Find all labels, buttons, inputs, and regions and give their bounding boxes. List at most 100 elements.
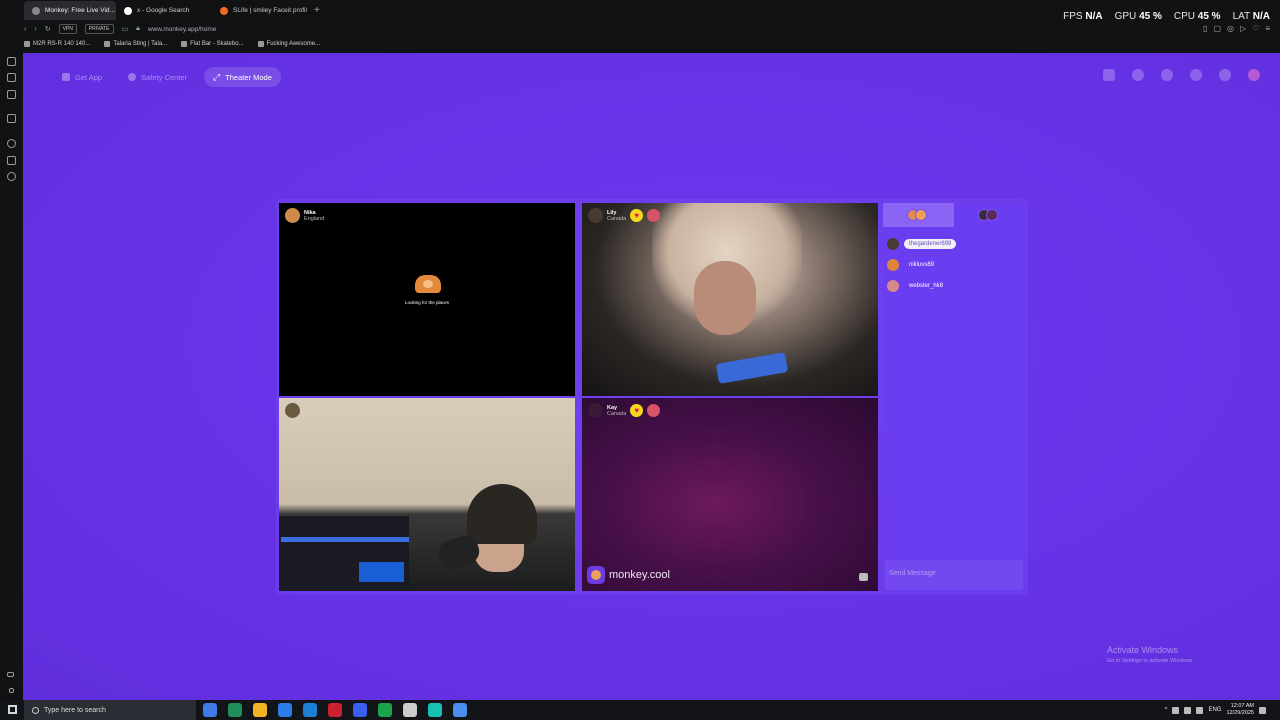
list-item[interactable]: nikluvs69	[887, 254, 1021, 275]
safety-center-label: Safety Center	[141, 72, 187, 82]
private-badge: PRIVATE	[84, 24, 114, 34]
video-tile-kay[interactable]: Kay Canada ♥ monkey.cool	[582, 398, 878, 591]
taskbar-apps	[203, 703, 467, 717]
list-item[interactable]: webster_hk8	[887, 275, 1021, 296]
volume-icon[interactable]	[1184, 706, 1192, 714]
heart-icon[interactable]: ♥	[630, 209, 644, 222]
avatar	[588, 403, 603, 418]
tab-group-chat[interactable]	[883, 203, 954, 227]
theater-mode-button[interactable]: ⤢ Theater Mode	[203, 67, 281, 87]
taskbar-app-icon[interactable]	[353, 703, 367, 717]
avatar	[285, 403, 300, 418]
bookmark-item[interactable]: Fucking Awesome...	[257, 41, 320, 47]
sidebar-more-icon[interactable]	[7, 672, 14, 677]
avatar	[285, 208, 300, 223]
user-label: Kay Canada ♥	[588, 403, 661, 418]
taskbar-app-icon[interactable]	[228, 703, 242, 717]
network-icon[interactable]	[1172, 706, 1180, 714]
heart-icon[interactable]: ♥	[630, 404, 644, 417]
sidebar-mail-icon[interactable]	[7, 90, 16, 99]
lock-icon[interactable]: 🔒︎	[136, 25, 140, 33]
play-icon[interactable]: ▷	[1240, 24, 1246, 33]
sidebar-messenger-icon[interactable]	[7, 73, 16, 82]
participant-name: webster_hk8	[909, 282, 944, 289]
sidebar-settings-icon[interactable]	[7, 172, 16, 181]
snapshot-icon[interactable]: ▢	[1213, 24, 1221, 33]
forward-icon[interactable]: ›	[34, 26, 36, 33]
sidebar-dots-icon[interactable]	[9, 688, 14, 693]
video-subject	[467, 484, 537, 544]
battery-icon[interactable]	[1196, 706, 1204, 714]
new-tab-button[interactable]: +	[308, 5, 326, 16]
chevron-up-icon[interactable]: ^	[1165, 707, 1168, 713]
avatar	[588, 208, 603, 223]
taskbar-app-icon[interactable]	[278, 703, 292, 717]
video-tile-nika[interactable]: Nika England Looking for the places	[279, 203, 575, 396]
safety-center-button[interactable]: Safety Center	[119, 67, 196, 87]
video-call-panel: Nika England Looking for the places Lily…	[276, 199, 1028, 595]
shop-icon[interactable]	[1103, 69, 1115, 81]
friends-icon[interactable]	[1161, 69, 1173, 81]
browser-sidebar	[0, 0, 23, 700]
sidebar-history-icon[interactable]	[7, 156, 16, 165]
notification-icon[interactable]	[1259, 706, 1266, 714]
tab-google[interactable]: x - Google Search	[116, 1, 212, 20]
sidebar-shopping-icon[interactable]	[7, 57, 16, 66]
user-country: Canada	[607, 215, 627, 222]
extensions-icon[interactable]: ◎	[1227, 24, 1234, 33]
address-bar: ‹ › ↻ VPN PRIVATE ▭ 🔒︎ www.monkey.app/ho…	[0, 21, 1280, 37]
status-text: Looking for the places	[404, 300, 450, 305]
bookmark-item[interactable]: Talaria Sting | Tala...	[104, 41, 167, 47]
vpn-badge[interactable]: VPN	[58, 24, 77, 34]
top-nav: Get App Safety Center ⤢ Theater Mode	[53, 67, 281, 87]
message-input[interactable]: Send Message	[885, 560, 1023, 590]
reload-icon[interactable]: ↻	[45, 25, 51, 33]
profile-avatar[interactable]	[1248, 69, 1260, 81]
participant-list: thegardener698 nikluvs69 webster_hk8	[883, 227, 1025, 302]
tab-faceit[interactable]: SLife | smiley Faceit profil	[212, 1, 308, 20]
taskbar-app-icon[interactable]	[328, 703, 342, 717]
windows-start-icon[interactable]	[8, 705, 17, 714]
camera-icon[interactable]: ▭	[122, 25, 129, 33]
bookmark-icon[interactable]: ▯	[1203, 24, 1207, 33]
gift-icon[interactable]	[647, 209, 661, 222]
bookmarks-bar: M2R RS-R 140 140... Talaria Sting | Tala…	[24, 38, 320, 50]
heart-icon[interactable]: ♡	[1252, 24, 1259, 33]
watermark-text: monkey.cool	[609, 569, 670, 581]
monkey-loading-icon	[415, 275, 441, 293]
menu-icon[interactable]: ≡	[1265, 24, 1270, 33]
tab-label: SLife | smiley Faceit profil	[233, 7, 307, 14]
activate-title: Activate Windows	[1107, 645, 1179, 655]
chat-icon[interactable]	[1219, 69, 1231, 81]
bookmark-item[interactable]: Flat Bar - Skatebo...	[181, 41, 244, 47]
history-icon[interactable]	[1190, 69, 1202, 81]
tab-direct-chat[interactable]	[954, 203, 1025, 227]
get-app-button[interactable]: Get App	[53, 67, 111, 87]
taskbar-app-icon[interactable]	[303, 703, 317, 717]
clock[interactable]: 12:07 AM 12/29/2025	[1226, 703, 1254, 717]
sidebar-twitch-icon[interactable]	[7, 114, 16, 123]
gift-icon[interactable]	[647, 404, 661, 417]
sidebar-player-icon[interactable]	[7, 139, 16, 148]
taskbar-app-icon[interactable]	[378, 703, 392, 717]
taskbar-search[interactable]: Type here to search	[24, 700, 196, 720]
report-icon[interactable]	[859, 573, 868, 581]
tab-monkey[interactable]: Monkey: Free Live Vid...	[24, 1, 116, 20]
tab-label: x - Google Search	[137, 7, 190, 14]
taskbar-app-icon[interactable]	[403, 703, 417, 717]
video-tile-lily[interactable]: Lily Canada ♥	[582, 203, 878, 396]
url-field[interactable]: www.monkey.app/home	[148, 26, 217, 33]
back-icon[interactable]: ‹	[24, 26, 26, 33]
video-tile-self[interactable]	[279, 398, 575, 591]
taskbar-app-icon[interactable]	[453, 703, 467, 717]
bookmark-item[interactable]: M2R RS-R 140 140...	[24, 41, 90, 47]
list-item[interactable]: thegardener698	[887, 233, 1021, 254]
taskbar-app-icon[interactable]	[203, 703, 217, 717]
bookmark-favicon-icon	[104, 41, 111, 47]
monkey-watermark: monkey.cool	[587, 566, 670, 584]
search-icon[interactable]	[1132, 69, 1144, 81]
taskbar-app-icon[interactable]	[253, 703, 267, 717]
taskbar-app-icon[interactable]	[428, 703, 442, 717]
language-indicator[interactable]: ENG	[1208, 707, 1221, 713]
phone-icon	[62, 73, 70, 81]
